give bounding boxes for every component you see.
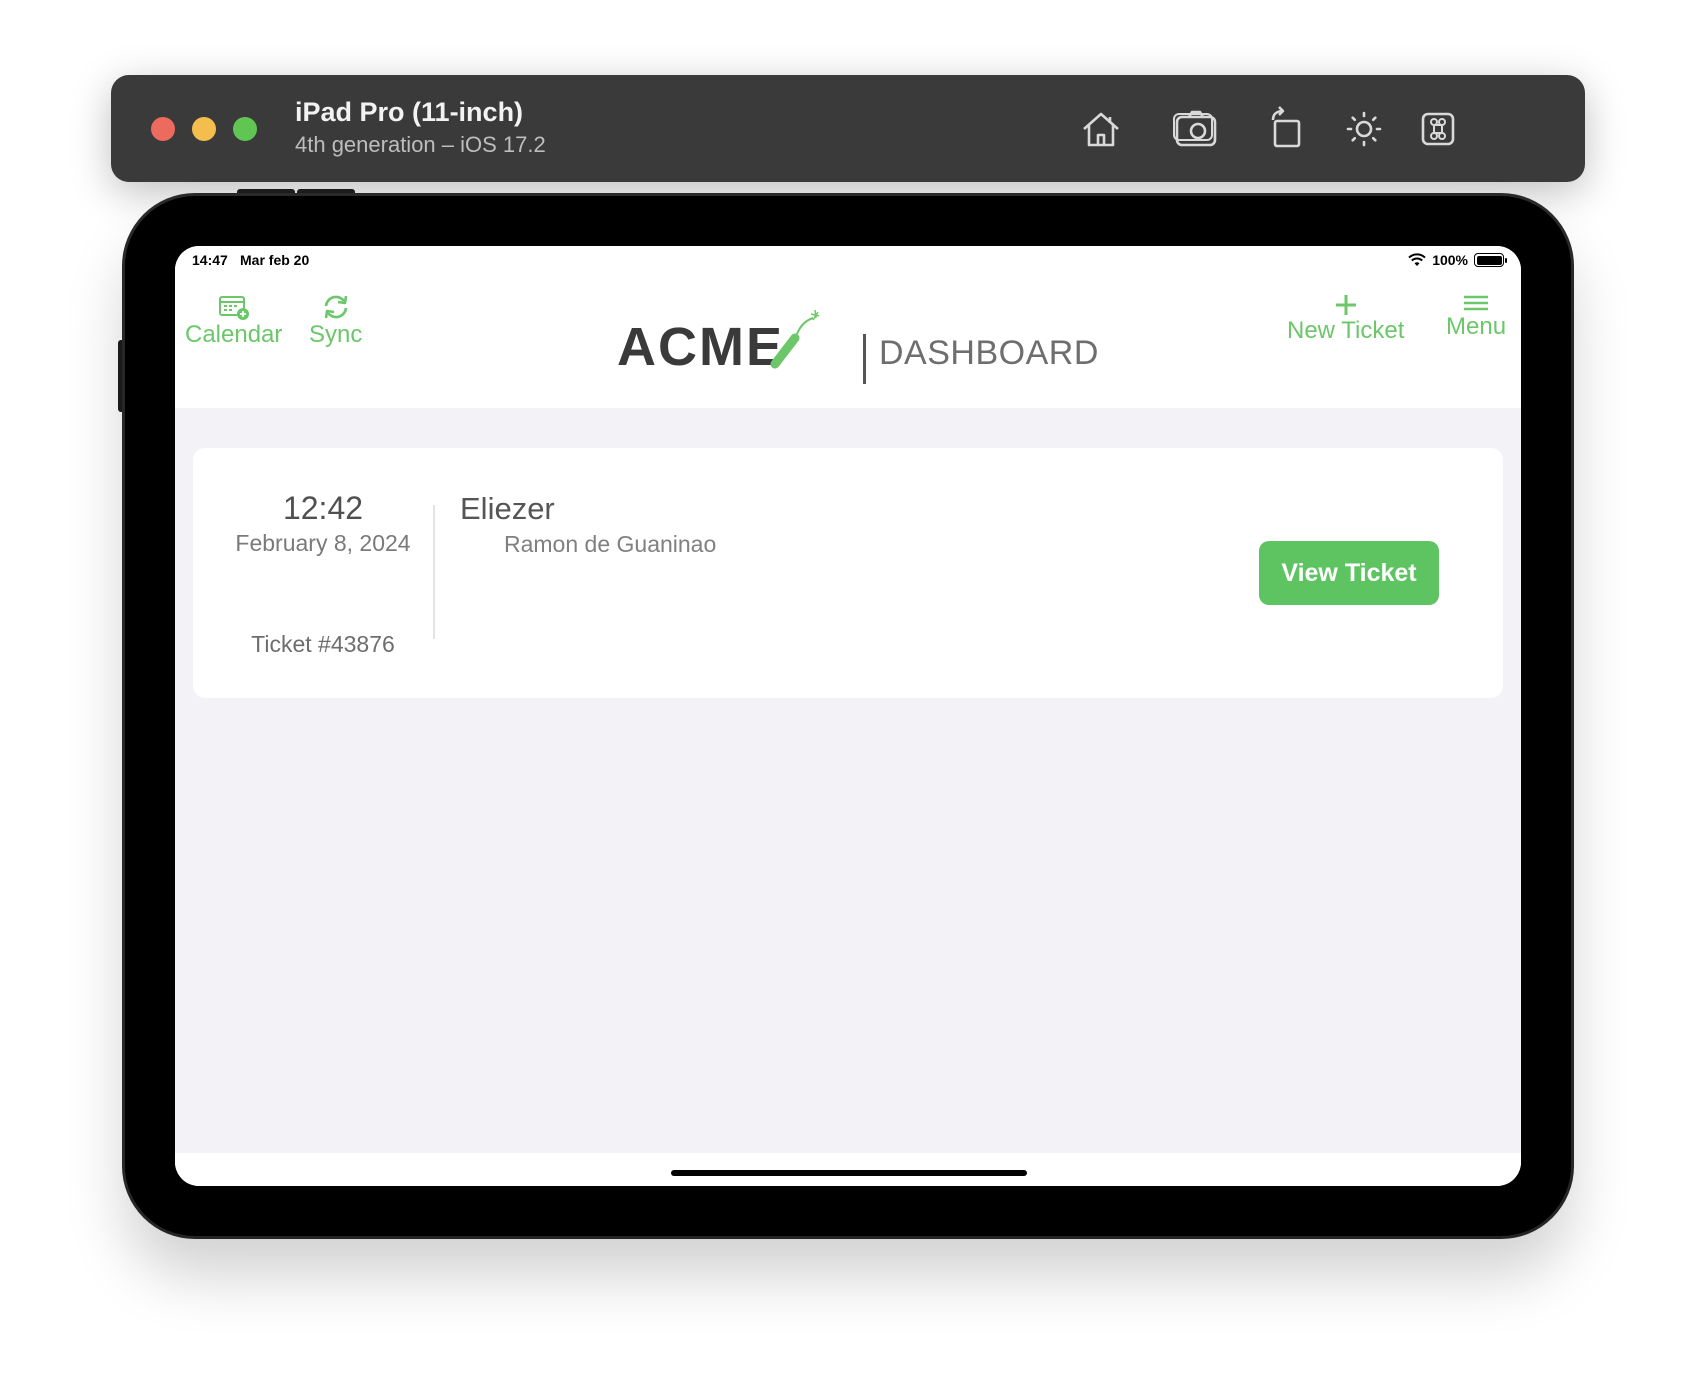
- battery-percentage: 100%: [1432, 252, 1468, 268]
- battery-icon: [1474, 253, 1507, 267]
- hamburger-icon: [1464, 295, 1489, 311]
- card-divider: [433, 505, 435, 639]
- ticket-card: 12:42 February 8, 2024 Ticket #43876 Eli…: [193, 448, 1503, 698]
- calendar-button[interactable]: Calendar: [185, 293, 282, 349]
- simulator-device-version: 4th generation – iOS 17.2: [295, 132, 546, 157]
- home-icon[interactable]: [1077, 105, 1125, 153]
- sync-button[interactable]: Sync: [309, 293, 362, 349]
- status-time: 14:47: [192, 252, 228, 268]
- status-indicators: 100%: [1408, 252, 1507, 268]
- zoom-window-button[interactable]: [233, 117, 257, 141]
- sync-label: Sync: [309, 321, 363, 348]
- command-icon[interactable]: [1414, 105, 1462, 153]
- navigation-bar: Calendar Sync ACME DASHBOARD New Ticket …: [175, 276, 1521, 408]
- customer-location: Ramon de Guaninao: [504, 531, 717, 557]
- simulator-device-name: iPad Pro (11-inch): [295, 97, 524, 127]
- calendar-add-icon: [218, 296, 249, 320]
- calendar-label: Calendar: [185, 321, 283, 348]
- menu-label: Menu: [1446, 313, 1507, 340]
- wifi-icon: [1408, 253, 1426, 266]
- sync-icon: [324, 295, 347, 319]
- close-window-button[interactable]: [151, 117, 175, 141]
- status-bar: 14:47 Mar feb 20 100%: [175, 246, 1521, 276]
- customer-name: Eliezer: [460, 491, 555, 526]
- appearance-icon[interactable]: [1340, 105, 1388, 153]
- app-screen: 14:47 Mar feb 20 100% Calendar Sync ACME…: [175, 246, 1521, 1186]
- minimize-window-button[interactable]: [192, 117, 216, 141]
- screenshot-icon[interactable]: [1172, 105, 1220, 153]
- view-ticket-button[interactable]: View Ticket: [1259, 541, 1439, 605]
- page-title: DASHBOARD: [879, 334, 1099, 372]
- simulator-title-bar: iPad Pro (11-inch) 4th generation – iOS …: [111, 75, 1585, 182]
- home-indicator[interactable]: [671, 1170, 1027, 1176]
- status-date: Mar feb 20: [240, 252, 310, 268]
- ticket-number: Ticket #43876: [251, 631, 395, 657]
- logo-divider: [863, 334, 866, 384]
- menu-button[interactable]: Menu: [1446, 293, 1506, 341]
- logo-wordmark: ACME: [617, 317, 784, 377]
- acme-logo: ACME DASHBOARD: [617, 304, 1098, 384]
- rotate-icon[interactable]: [1262, 105, 1310, 153]
- plus-icon: [1335, 295, 1356, 315]
- ticket-time: 12:42: [282, 490, 364, 526]
- new-ticket-label: New Ticket: [1287, 317, 1405, 344]
- dynamite-icon: [770, 309, 820, 369]
- new-ticket-button[interactable]: New Ticket: [1287, 293, 1404, 345]
- ticket-date: February 8, 2024: [235, 530, 411, 556]
